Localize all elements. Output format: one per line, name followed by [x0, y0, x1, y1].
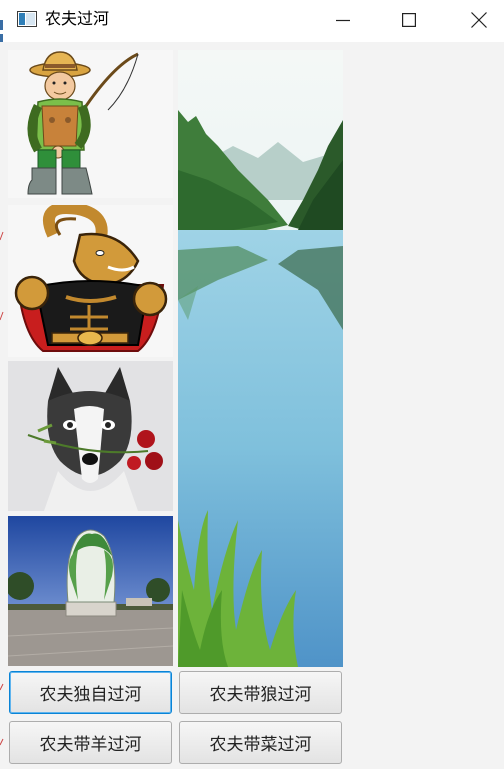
cabbage-image [8, 516, 173, 666]
farmer-goat-button[interactable]: 农夫带羊过河 [9, 721, 172, 764]
wolf-image [8, 361, 173, 511]
minimize-button[interactable] [320, 0, 366, 40]
window-title: 农夫过河 [45, 9, 110, 28]
minimize-icon [336, 19, 350, 22]
goat-image [8, 205, 173, 357]
farmer-wolf-button[interactable]: 农夫带狼过河 [179, 671, 342, 714]
app-window: 农夫过河 农夫独自过河 农夫带狼过河 农夫带羊过河 农夫带菜过河 [0, 0, 504, 769]
farmer-cabbage-button[interactable]: 农夫带菜过河 [179, 721, 342, 764]
title-bar: 农夫过河 [0, 0, 504, 42]
window-edge-marks [0, 20, 4, 746]
maximize-icon [402, 13, 416, 27]
farmer-image [8, 50, 173, 198]
river-image [178, 50, 343, 667]
close-icon [471, 12, 487, 28]
close-button[interactable] [456, 0, 502, 40]
maximize-button[interactable] [386, 0, 432, 40]
farmer-alone-button[interactable]: 农夫独自过河 [9, 671, 172, 714]
app-window-icon [17, 11, 37, 27]
